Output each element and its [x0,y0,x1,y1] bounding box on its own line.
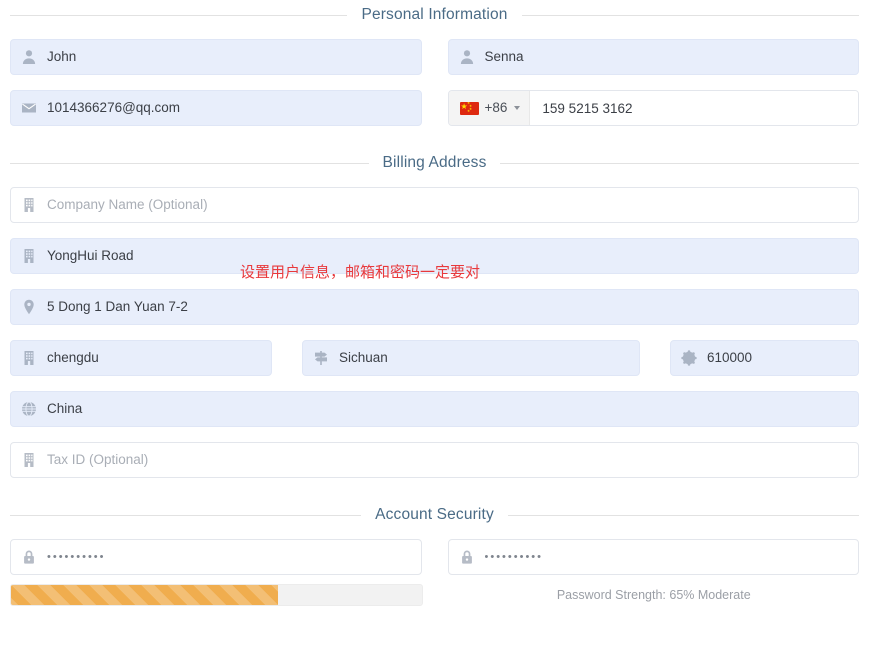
email-field[interactable]: 1014366276@qq.com [10,90,422,126]
street-row: YongHui Road [10,238,859,274]
password-strength-meter [10,584,423,606]
chevron-down-icon [514,106,521,110]
divider-right [521,14,859,16]
country-value: China [47,402,83,416]
city-state-zip-row: chengdu Sichuan 610000 [10,340,859,376]
password-strength-label: Password Strength: 65% Moderate [556,588,751,602]
address-line2-field[interactable]: 5 Dong 1 Dan Yuan 7-2 [10,289,859,325]
building-icon [24,249,34,263]
tax-id-placeholder: Tax ID (Optional) [47,453,149,467]
contact-row: 1014366276@qq.com ★ ★ ★ ★ ★ +86 159 5215… [10,90,859,126]
divider-left [10,162,369,164]
section-header-account-security: Account Security [10,506,860,524]
phone-field[interactable]: ★ ★ ★ ★ ★ +86 159 5215 3162 [447,90,859,126]
section-title: Billing Address [382,154,487,171]
address2-row: 5 Dong 1 Dan Yuan 7-2 [10,289,859,325]
user-icon [460,50,473,64]
map-signs-icon [315,351,327,365]
password-strength-row: Password Strength: 65% Moderate [10,584,859,606]
email-value: 1014366276@qq.com [47,101,181,115]
first-name-value: John [47,50,77,64]
country-code-selector[interactable]: ★ ★ ★ ★ ★ +86 [448,91,531,125]
globe-icon [22,401,36,417]
confirm-password-field[interactable]: •••••••••• [447,539,859,575]
last-name-field[interactable]: Senna [447,39,859,75]
section-title: Personal Information [361,6,508,23]
section-header-billing-address: Billing Address [10,154,860,172]
divider-right [507,514,860,516]
flag-cn-icon: ★ ★ ★ ★ ★ [459,101,479,115]
street-address-value: YongHui Road [47,249,134,263]
section-title: Account Security [375,506,494,523]
phone-number-value: 159 5215 3162 [530,91,858,125]
section-header-personal-information: Personal Information [10,6,859,24]
password-field[interactable]: •••••••••• [10,539,422,575]
company-row: Company Name (Optional) [10,187,859,223]
divider-left [10,514,362,516]
divider-left [10,14,348,16]
address-line2-value: 5 Dong 1 Dan Yuan 7-2 [47,300,188,314]
first-name-field[interactable]: John [10,39,422,75]
registration-form: Personal Information John Senna 10143662… [0,6,869,646]
country-field[interactable]: China [10,391,859,427]
zip-field[interactable]: 610000 [670,340,859,376]
tax-id-field[interactable]: Tax ID (Optional) [10,442,859,478]
user-icon [22,50,36,64]
street-address-field[interactable]: YongHui Road [10,238,859,274]
lock-icon [461,550,472,564]
last-name-value: Senna [484,50,524,64]
building-icon [24,198,34,212]
company-name-field[interactable]: Company Name (Optional) [10,187,859,223]
password-value: •••••••••• [47,551,106,563]
password-row: •••••••••• •••••••••• [10,539,859,575]
envelope-icon [22,103,36,113]
map-pin-icon [24,299,34,315]
name-row: John Senna [10,39,859,75]
city-value: chengdu [47,351,99,365]
password-strength-fill [11,585,278,605]
state-value: Sichuan [339,351,388,365]
city-field[interactable]: chengdu [10,340,272,376]
building-icon [24,351,34,365]
country-code-value: +86 [484,100,508,116]
building-icon [24,453,34,467]
divider-right [500,162,860,164]
confirm-password-value: •••••••••• [484,551,544,563]
zip-value: 610000 [707,351,753,365]
state-field[interactable]: Sichuan [302,340,640,376]
tax-id-row: Tax ID (Optional) [10,442,859,478]
company-name-placeholder: Company Name (Optional) [47,198,208,212]
zip-circle-icon [681,350,697,366]
lock-icon [24,550,34,564]
country-row: China [10,391,859,427]
